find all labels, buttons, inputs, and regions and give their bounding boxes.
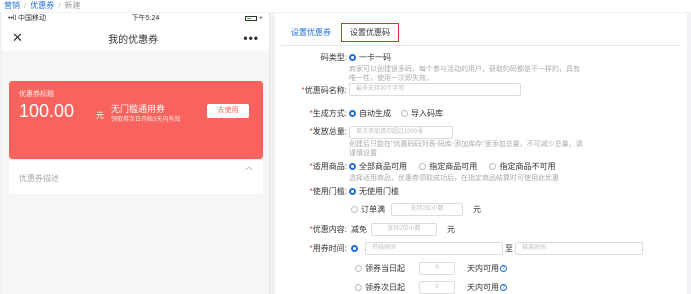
content-row: *优惠内容: 减免 支持2位小数 元 bbox=[275, 223, 455, 236]
issue-total-row: *发放总量: 单次添加请勿超过1000张 创建后只能在"优惠码码列表-码库-添加… bbox=[275, 126, 679, 158]
coupon-unit: 元 bbox=[96, 111, 104, 120]
specified-goods-option[interactable]: 指定商品可用 bbox=[419, 162, 477, 171]
time-range-radio[interactable] bbox=[351, 245, 358, 252]
order-full-row: 订单满 支持2位小数 元 bbox=[351, 203, 481, 216]
content-label: *优惠内容: bbox=[309, 225, 347, 234]
time-row: *用券时间: 开始时间 至 结束时间 bbox=[275, 242, 643, 255]
carrier-label: ••ll 中国移动 bbox=[8, 15, 46, 22]
applicable-hint: 选择适用商品，优惠券领取成功后，在指定商品结算时可使用此优惠 bbox=[349, 175, 559, 182]
code-type-hint: 商家可以创建很多码，每个参与活动的用户，获取的码都是不一样的，具有 唯一性，使用… bbox=[349, 66, 580, 82]
coupon-card: 优惠券标题 100.00 元 无门槛通用券 领取券次日开始3天内有效 去使用 bbox=[9, 81, 263, 159]
issue-total-input[interactable]: 单次添加请勿超过1000张 bbox=[349, 126, 453, 139]
content-input[interactable]: 支持2位小数 bbox=[371, 223, 437, 236]
coupon-tag: 优惠券标题 bbox=[19, 91, 54, 98]
help-icon[interactable]: ? bbox=[500, 265, 507, 272]
use-coupon-button[interactable]: 去使用 bbox=[207, 104, 249, 118]
name-row: *优惠码名称: 最多支持30个字符 bbox=[275, 83, 521, 96]
phone-title: 我的优惠券 bbox=[108, 34, 159, 46]
order-full-input[interactable]: 支持2位小数 bbox=[391, 203, 463, 216]
coupon-desc: 领取券次日开始3天内有效 bbox=[111, 117, 181, 123]
breadcrumb: 营销 / 优惠券 / 新建 bbox=[0, 0, 691, 12]
order-full-option[interactable]: 订单满 bbox=[351, 204, 385, 215]
coupon-amount: 100.00 bbox=[19, 101, 75, 121]
help-icon[interactable]: ? bbox=[500, 284, 507, 291]
form-panel: 设置优惠券 设置优惠码 码类型: 一卡一码 商家可以创建很多码，每个参与活动的用… bbox=[275, 13, 687, 294]
gen-import-option[interactable]: 导入码库 bbox=[401, 108, 443, 119]
breadcrumb-coupon[interactable]: 优惠券 bbox=[30, 1, 54, 10]
tab-bar: 设置优惠券 设置优惠码 bbox=[285, 23, 399, 42]
name-input[interactable]: 最多支持30个字符 bbox=[349, 83, 521, 96]
end-time-input[interactable]: 结束时间 bbox=[515, 242, 643, 255]
gen-method-label: *生成方式: bbox=[309, 109, 347, 118]
radio-icon bbox=[349, 54, 356, 61]
code-type-option[interactable]: 一卡一码 bbox=[349, 53, 391, 62]
issue-total-label: *发放总量: bbox=[309, 127, 347, 136]
more-icon[interactable]: ••• bbox=[243, 31, 259, 45]
close-icon[interactable]: ✕ bbox=[12, 30, 23, 46]
coupon-desc-row[interactable]: ︿ 优惠券描述 bbox=[9, 159, 263, 194]
name-label: *优惠码名称: bbox=[301, 86, 347, 95]
time-label: 下午5:24 bbox=[131, 15, 160, 22]
next-day-option[interactable]: 领券次日起 bbox=[355, 282, 405, 293]
same-day-option[interactable]: 领券当日起 bbox=[355, 263, 405, 274]
breadcrumb-marketing[interactable]: 营销 bbox=[4, 1, 20, 10]
all-goods-option[interactable]: 全部商品可用 bbox=[349, 162, 407, 171]
same-day-input[interactable]: 0 bbox=[419, 262, 455, 275]
status-bar: ••ll 中国移动 下午5:24 + bbox=[2, 13, 269, 25]
content-prefix: 减免 bbox=[351, 225, 367, 234]
next-day-row: 领券次日起 0 天内可用 ? bbox=[355, 281, 507, 294]
tab-coupon[interactable]: 设置优惠券 bbox=[285, 24, 337, 41]
battery-icon: + bbox=[244, 13, 263, 25]
phone-navbar: ✕ 我的优惠券 ••• bbox=[2, 25, 269, 51]
order-full-unit: 元 bbox=[473, 205, 481, 214]
gen-method-row: *生成方式: 自动生成 导入码库 bbox=[275, 108, 453, 119]
applicable-row: *适用商品: 全部商品可用 指定商品可用 指定商品不可用 选择适用商品，优惠券领… bbox=[275, 161, 565, 183]
phone-preview: ••ll 中国移动 下午5:24 + ✕ 我的优惠券 ••• 优惠券标题 100… bbox=[2, 13, 270, 294]
time-to-label: 至 bbox=[505, 244, 513, 253]
chevron-up-icon[interactable]: ︿ bbox=[245, 161, 253, 172]
gen-auto-option[interactable]: 自动生成 bbox=[349, 108, 391, 119]
code-type-label: 码类型: bbox=[320, 53, 347, 62]
tab-divider bbox=[281, 45, 681, 46]
excluded-goods-option[interactable]: 指定商品不可用 bbox=[489, 162, 555, 171]
no-threshold-option[interactable]: 无使用门槛 bbox=[349, 186, 399, 197]
breadcrumb-new: 新建 bbox=[64, 1, 81, 10]
next-day-input[interactable]: 0 bbox=[419, 281, 455, 294]
same-day-row: 领券当日起 0 天内可用 ? bbox=[355, 262, 507, 275]
threshold-label: *使用门槛: bbox=[309, 187, 347, 196]
content-unit: 元 bbox=[447, 225, 455, 234]
tab-coupon-code[interactable]: 设置优惠码 bbox=[341, 23, 399, 42]
threshold-row: *使用门槛: 无使用门槛 bbox=[275, 186, 409, 197]
time-label: *用券时间: bbox=[309, 244, 347, 253]
start-time-input[interactable]: 开始时间 bbox=[365, 242, 503, 255]
next-day-suffix: 天内可用 bbox=[467, 283, 499, 292]
coupon-desc-label: 优惠券描述 bbox=[19, 174, 59, 183]
issue-total-hint: 创建后只能在"优惠码码列表-码库-添加库存"里添加总量，不可减少总量，请 谨慎设… bbox=[349, 141, 583, 157]
code-type-row: 码类型: 一卡一码 商家可以创建很多码，每个参与活动的用户，获取的码都是不一样的… bbox=[275, 52, 659, 83]
applicable-label: *适用商品: bbox=[309, 162, 347, 171]
same-day-suffix: 天内可用 bbox=[467, 264, 499, 273]
